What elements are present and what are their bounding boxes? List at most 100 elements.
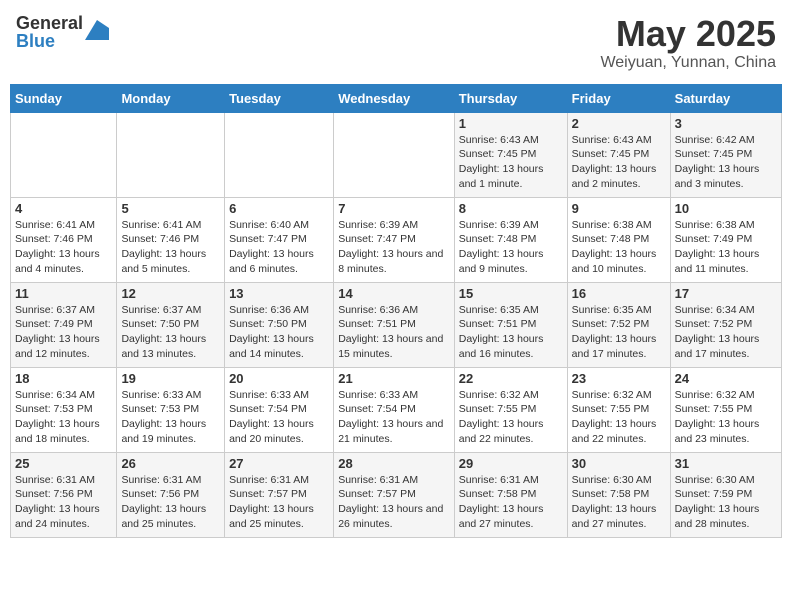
logo-general-text: General: [16, 14, 83, 32]
day-number: 10: [675, 201, 777, 216]
day-number: 18: [15, 371, 112, 386]
weekday-header-row: SundayMondayTuesdayWednesdayThursdayFrid…: [11, 84, 782, 112]
day-info: Sunrise: 6:35 AMSunset: 7:52 PMDaylight:…: [572, 303, 666, 362]
day-info: Sunrise: 6:32 AMSunset: 7:55 PMDaylight:…: [572, 388, 666, 447]
calendar-cell: 8 Sunrise: 6:39 AMSunset: 7:48 PMDaylight…: [454, 197, 567, 282]
calendar-week-3: 11Sunrise: 6:37 AMSunset: 7:49 PMDayligh…: [11, 282, 782, 367]
calendar-cell: 30Sunrise: 6:30 AMSunset: 7:58 PMDayligh…: [567, 452, 670, 537]
day-number: 9: [572, 201, 666, 216]
calendar-cell: 23 Sunrise: 6:32 AMSunset: 7:55 PMDayligh…: [567, 367, 670, 452]
day-info: Sunrise: 6:37 AMSunset: 7:49 PMDaylight:…: [15, 303, 112, 362]
day-info: Sunrise: 6:39 AMSunset: 7:48 PMDaylight:…: [459, 218, 563, 277]
day-number: 25: [15, 456, 112, 471]
location: Weiyuan, Yunnan, China: [600, 54, 776, 72]
calendar-cell: 3 Sunrise: 6:42 AMSunset: 7:45 PMDaylight…: [670, 112, 781, 197]
day-number: 3: [675, 116, 777, 131]
day-number: 1: [459, 116, 563, 131]
day-info: Sunrise: 6:41 AMSunset: 7:46 PMDaylight:…: [15, 218, 112, 277]
day-info: Sunrise: 6:32 AMSunset: 7:55 PMDaylight:…: [459, 388, 563, 447]
calendar-cell: 4 Sunrise: 6:41 AMSunset: 7:46 PMDaylight…: [11, 197, 117, 282]
calendar-cell: 19 Sunrise: 6:33 AMSunset: 7:53 PMDayligh…: [117, 367, 225, 452]
day-number: 22: [459, 371, 563, 386]
title-block: May 2025 Weiyuan, Yunnan, China: [600, 14, 776, 72]
day-info: Sunrise: 6:36 AMSunset: 7:51 PMDaylight:…: [338, 303, 450, 362]
day-info: Sunrise: 6:33 AMSunset: 7:53 PMDaylight:…: [121, 388, 220, 447]
day-number: 17: [675, 286, 777, 301]
weekday-header-wednesday: Wednesday: [334, 84, 455, 112]
day-info: Sunrise: 6:38 AMSunset: 7:49 PMDaylight:…: [675, 218, 777, 277]
day-number: 30: [572, 456, 666, 471]
day-number: 31: [675, 456, 777, 471]
day-number: 15: [459, 286, 563, 301]
calendar-week-4: 18 Sunrise: 6:34 AMSunset: 7:53 PMDayligh…: [11, 367, 782, 452]
day-info: Sunrise: 6:33 AMSunset: 7:54 PMDaylight:…: [229, 388, 329, 447]
day-number: 21: [338, 371, 450, 386]
weekday-header-tuesday: Tuesday: [225, 84, 334, 112]
day-info: Sunrise: 6:41 AMSunset: 7:46 PMDaylight:…: [121, 218, 220, 277]
calendar-cell: 24Sunrise: 6:32 AMSunset: 7:55 PMDayligh…: [670, 367, 781, 452]
calendar-cell: 6 Sunrise: 6:40 AMSunset: 7:47 PMDaylight…: [225, 197, 334, 282]
day-info: Sunrise: 6:38 AMSunset: 7:48 PMDaylight:…: [572, 218, 666, 277]
day-number: 6: [229, 201, 329, 216]
calendar-cell: 25Sunrise: 6:31 AMSunset: 7:56 PMDayligh…: [11, 452, 117, 537]
day-info: Sunrise: 6:30 AMSunset: 7:59 PMDaylight:…: [675, 473, 777, 532]
day-info: Sunrise: 6:34 AMSunset: 7:52 PMDaylight:…: [675, 303, 777, 362]
calendar-cell: 12 Sunrise: 6:37 AMSunset: 7:50 PMDayligh…: [117, 282, 225, 367]
calendar-cell: 29Sunrise: 6:31 AMSunset: 7:58 PMDayligh…: [454, 452, 567, 537]
calendar-cell: [225, 112, 334, 197]
calendar-cell: 15Sunrise: 6:35 AMSunset: 7:51 PMDayligh…: [454, 282, 567, 367]
day-number: 8: [459, 201, 563, 216]
calendar-table: SundayMondayTuesdayWednesdayThursdayFrid…: [10, 84, 782, 538]
day-number: 7: [338, 201, 450, 216]
calendar-cell: 5 Sunrise: 6:41 AMSunset: 7:46 PMDaylight…: [117, 197, 225, 282]
logo-blue-text: Blue: [16, 32, 83, 50]
calendar-cell: 26Sunrise: 6:31 AMSunset: 7:56 PMDayligh…: [117, 452, 225, 537]
day-number: 16: [572, 286, 666, 301]
day-number: 2: [572, 116, 666, 131]
calendar-cell: 27Sunrise: 6:31 AMSunset: 7:57 PMDayligh…: [225, 452, 334, 537]
day-info: Sunrise: 6:31 AMSunset: 7:57 PMDaylight:…: [229, 473, 329, 532]
day-info: Sunrise: 6:43 AMSunset: 7:45 PMDaylight:…: [572, 133, 666, 192]
page-header: General Blue May 2025 Weiyuan, Yunnan, C…: [10, 10, 782, 76]
calendar-cell: 21 Sunrise: 6:33 AMSunset: 7:54 PMDayligh…: [334, 367, 455, 452]
day-info: Sunrise: 6:33 AMSunset: 7:54 PMDaylight:…: [338, 388, 450, 447]
day-number: 4: [15, 201, 112, 216]
calendar-cell: 31 Sunrise: 6:30 AMSunset: 7:59 PMDayligh…: [670, 452, 781, 537]
calendar-week-1: 1 Sunrise: 6:43 AMSunset: 7:45 PMDaylight…: [11, 112, 782, 197]
calendar-cell: 13 Sunrise: 6:36 AMSunset: 7:50 PMDayligh…: [225, 282, 334, 367]
weekday-header-thursday: Thursday: [454, 84, 567, 112]
calendar-cell: 28 Sunrise: 6:31 AMSunset: 7:57 PMDayligh…: [334, 452, 455, 537]
day-info: Sunrise: 6:31 AMSunset: 7:57 PMDaylight:…: [338, 473, 450, 532]
day-number: 23: [572, 371, 666, 386]
calendar-cell: 1 Sunrise: 6:43 AMSunset: 7:45 PMDaylight…: [454, 112, 567, 197]
day-number: 12: [121, 286, 220, 301]
day-number: 5: [121, 201, 220, 216]
day-info: Sunrise: 6:36 AMSunset: 7:50 PMDaylight:…: [229, 303, 329, 362]
day-number: 19: [121, 371, 220, 386]
day-number: 24: [675, 371, 777, 386]
calendar-cell: [334, 112, 455, 197]
day-info: Sunrise: 6:31 AMSunset: 7:56 PMDaylight:…: [121, 473, 220, 532]
logo: General Blue: [16, 14, 109, 50]
calendar-cell: 22 Sunrise: 6:32 AMSunset: 7:55 PMDayligh…: [454, 367, 567, 452]
day-info: Sunrise: 6:37 AMSunset: 7:50 PMDaylight:…: [121, 303, 220, 362]
day-info: Sunrise: 6:42 AMSunset: 7:45 PMDaylight:…: [675, 133, 777, 192]
weekday-header-saturday: Saturday: [670, 84, 781, 112]
calendar-cell: 7 Sunrise: 6:39 AMSunset: 7:47 PMDaylight…: [334, 197, 455, 282]
calendar-cell: 2 Sunrise: 6:43 AMSunset: 7:45 PMDaylight…: [567, 112, 670, 197]
calendar-cell: 9 Sunrise: 6:38 AMSunset: 7:48 PMDaylight…: [567, 197, 670, 282]
calendar-cell: 16 Sunrise: 6:35 AMSunset: 7:52 PMDayligh…: [567, 282, 670, 367]
calendar-cell: 18 Sunrise: 6:34 AMSunset: 7:53 PMDayligh…: [11, 367, 117, 452]
day-info: Sunrise: 6:43 AMSunset: 7:45 PMDaylight:…: [459, 133, 563, 192]
weekday-header-monday: Monday: [117, 84, 225, 112]
day-info: Sunrise: 6:39 AMSunset: 7:47 PMDaylight:…: [338, 218, 450, 277]
calendar-cell: [11, 112, 117, 197]
calendar-cell: 14Sunrise: 6:36 AMSunset: 7:51 PMDayligh…: [334, 282, 455, 367]
day-info: Sunrise: 6:34 AMSunset: 7:53 PMDaylight:…: [15, 388, 112, 447]
day-info: Sunrise: 6:31 AMSunset: 7:58 PMDaylight:…: [459, 473, 563, 532]
calendar-week-2: 4 Sunrise: 6:41 AMSunset: 7:46 PMDaylight…: [11, 197, 782, 282]
day-info: Sunrise: 6:40 AMSunset: 7:47 PMDaylight:…: [229, 218, 329, 277]
day-number: 13: [229, 286, 329, 301]
weekday-header-sunday: Sunday: [11, 84, 117, 112]
day-number: 28: [338, 456, 450, 471]
